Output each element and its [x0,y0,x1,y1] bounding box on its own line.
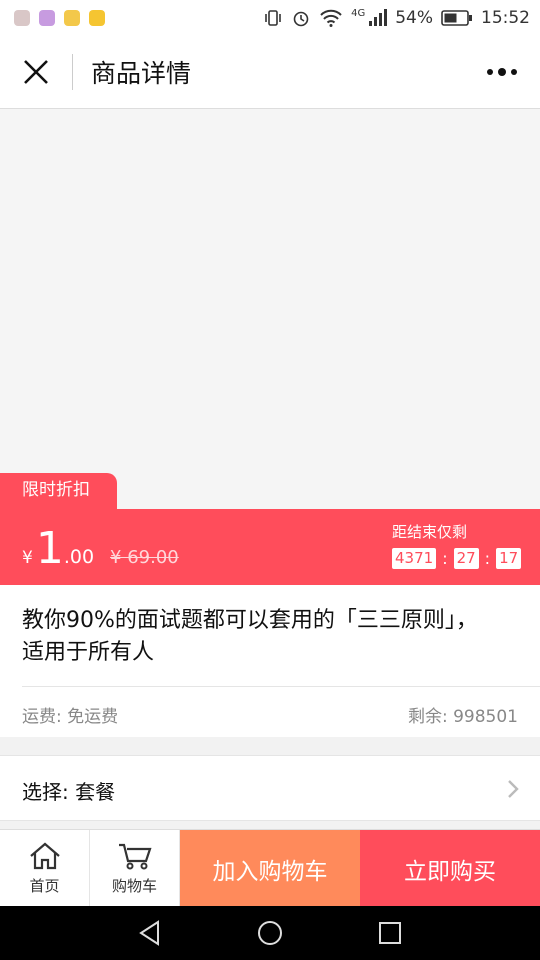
product-info: 教你90%的面试题都可以套用的「三三原则」，适用于所有人 运费: 免运费 剩余:… [0,585,540,737]
product-image [0,109,540,509]
more-button[interactable] [482,52,522,92]
nav-bar: 商品详情 [0,36,540,109]
cart-tab-label: 购物车 [111,877,157,895]
countdown-label: 距结束仅剩 [392,523,468,541]
home-tab[interactable]: 首页 [0,830,90,907]
notification-icons [14,10,105,26]
cart-icon [118,843,152,870]
price-integer: 1 [35,523,64,574]
countdown: 距结束仅剩 4371 : 27 : 17 [392,521,522,569]
app-notification-icon [89,10,105,26]
vibrate-icon [265,10,281,26]
discount-tag: 限时折扣 [0,473,117,511]
price: ¥ 1 .00 ¥ 69.00 [22,527,179,571]
countdown-seconds: 17 [496,548,522,569]
divider [22,686,540,687]
app-notification-icon [14,10,30,26]
battery-percent: 54% [395,8,433,28]
countdown-separator: : [442,549,448,568]
close-icon [24,60,48,84]
cart-tab[interactable]: 购物车 [90,830,180,907]
countdown-minutes: 27 [453,548,479,569]
shipping-fee: 运费: 免运费 [22,707,119,727]
gallery-notification-icon [39,10,55,26]
battery-icon [441,10,472,26]
countdown-timer: 4371 : 27 : 17 [392,548,522,569]
home-tab-label: 首页 [29,877,60,895]
option-label: 选择: 套餐 [22,780,116,804]
countdown-separator: : [484,549,491,568]
home-circle-icon[interactable] [256,919,284,947]
status-bar: 4G 54% 15:52 [0,0,540,36]
wifi-icon [320,9,342,27]
add-to-cart-button[interactable]: 加入购物车 [180,830,360,907]
app-notification-icon [64,10,80,26]
alarm-icon [293,11,309,27]
clock: 15:52 [481,8,530,28]
back-icon[interactable] [136,919,164,947]
network-type: 4G [351,7,366,19]
original-price: ¥ 69.00 [110,547,179,568]
status-indicators: 4G 54% 15:52 [263,8,530,28]
recents-icon[interactable] [376,919,404,947]
signal-icon [369,9,388,26]
system-nav-bar [0,906,540,960]
stock-remaining: 剩余: 998501 [407,707,518,727]
countdown-hours: 4371 [392,548,437,569]
product-title: 教你90%的面试题都可以套用的「三三原则」，适用于所有人 [22,608,478,665]
home-icon [29,842,60,870]
chevron-right-icon [508,780,519,798]
currency-symbol: ¥ [22,548,33,568]
more-icon [487,68,517,76]
package-selector[interactable]: 选择: 套餐 [0,755,540,821]
price-bar: ¥ 1 .00 ¥ 69.00 距结束仅剩 4371 : 27 : 17 [0,509,540,585]
nav-divider [72,54,73,90]
buy-now-button[interactable]: 立即购买 [360,830,540,907]
bottom-action-bar: 首页 购物车 加入购物车 立即购买 [0,829,540,907]
price-decimal: .00 [63,546,95,568]
page-title: 商品详情 [91,59,192,88]
close-button[interactable] [0,36,72,108]
